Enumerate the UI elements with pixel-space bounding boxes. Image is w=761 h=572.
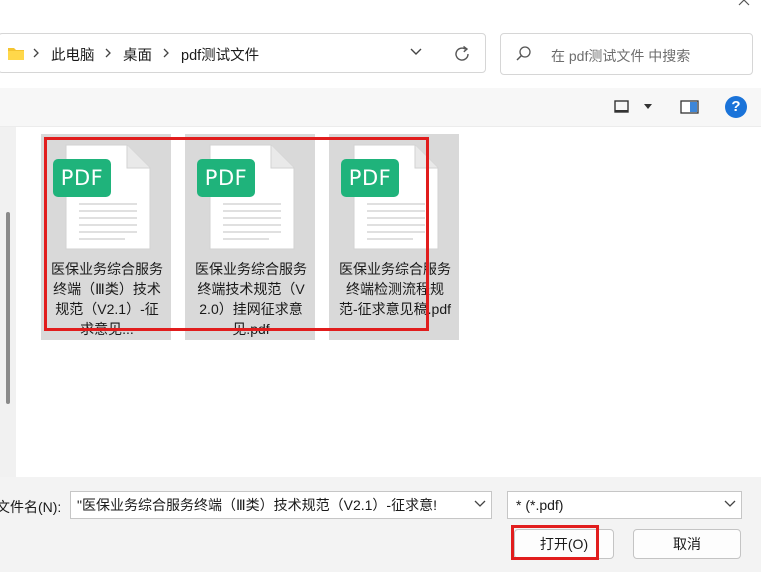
cancel-button[interactable]: 取消 [633, 529, 741, 559]
filetype-select[interactable]: * (*.pdf) [507, 491, 742, 519]
chevron-right-icon[interactable] [103, 46, 113, 60]
chevron-down-icon[interactable] [409, 47, 423, 57]
highlight-box-open [511, 525, 599, 560]
help-icon: ? [731, 98, 741, 115]
chevron-down-icon[interactable] [474, 500, 486, 508]
refresh-icon[interactable] [451, 43, 473, 65]
chevron-down-icon[interactable] [643, 103, 653, 111]
help-button[interactable]: ? [725, 96, 747, 118]
close-icon [738, 0, 750, 6]
bottom-panel: 文件名(N): "医保业务综合服务终端（Ⅲ类）技术规范（V2.1）-征求意! *… [0, 477, 761, 572]
breadcrumb-this-pc[interactable]: 此电脑 [51, 44, 95, 65]
scrollbar-thumb[interactable] [6, 212, 10, 404]
filename-label: 文件名(N): [0, 499, 62, 515]
breadcrumb-current-folder[interactable]: pdf测试文件 [181, 44, 259, 65]
preview-pane-icon[interactable] [679, 97, 701, 117]
highlight-box-files [44, 137, 429, 331]
view-mode-icon[interactable] [612, 97, 632, 117]
search-box[interactable]: 在 pdf测试文件 中搜索 [500, 33, 753, 75]
address-bar[interactable]: 此电脑 桌面 pdf测试文件 [0, 33, 486, 73]
folder-icon [8, 48, 24, 60]
search-icon [516, 46, 531, 61]
breadcrumb-desktop[interactable]: 桌面 [123, 44, 152, 65]
close-button[interactable] [730, 0, 758, 14]
chevron-right-icon[interactable] [31, 46, 41, 60]
filename-input[interactable]: "医保业务综合服务终端（Ⅲ类）技术规范（V2.1）-征求意! [70, 491, 492, 519]
chevron-down-icon[interactable] [724, 500, 736, 508]
chevron-right-icon[interactable] [161, 46, 171, 60]
toolbar: ? [0, 88, 761, 127]
search-placeholder: 在 pdf测试文件 中搜索 [551, 48, 691, 64]
